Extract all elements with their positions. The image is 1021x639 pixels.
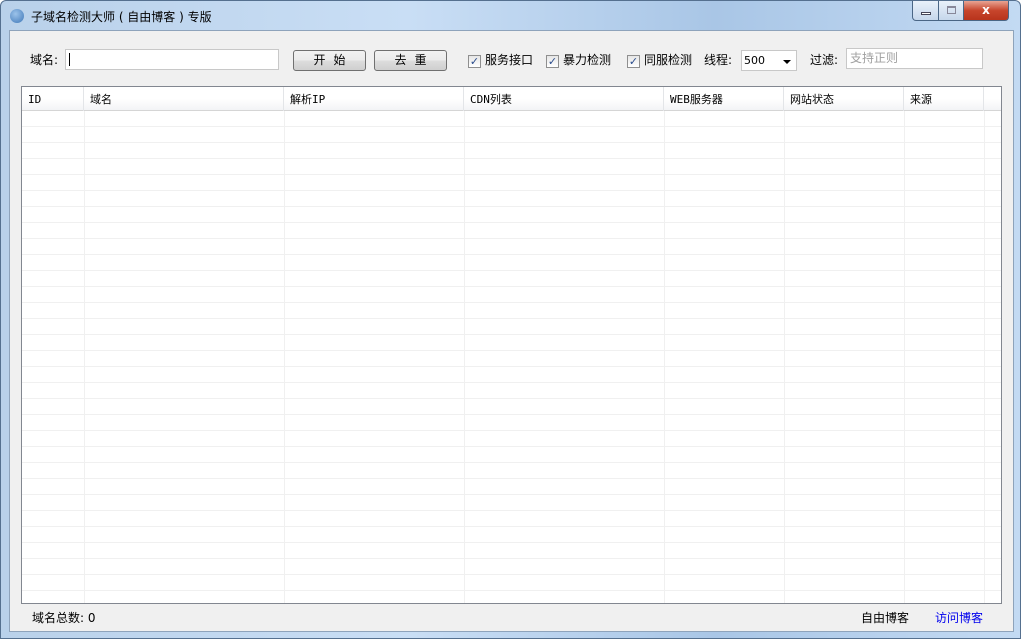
table-header: ID 域名 解析IP CDN列表 WEB服务器 网站状态 来源 bbox=[22, 87, 1001, 111]
threads-label: 线程: bbox=[704, 53, 733, 67]
table-row bbox=[22, 191, 1001, 207]
column-header-source[interactable]: 来源 bbox=[904, 87, 984, 111]
table-row bbox=[22, 591, 1001, 603]
filter-label: 过滤: bbox=[810, 53, 839, 67]
total-count: 0 bbox=[87, 611, 96, 625]
table-row bbox=[22, 383, 1001, 399]
table-row bbox=[22, 415, 1001, 431]
results-table: ID 域名 解析IP CDN列表 WEB服务器 网站状态 来源 bbox=[21, 86, 1002, 604]
column-divider bbox=[904, 111, 905, 603]
app-icon bbox=[10, 9, 24, 23]
maximize-button[interactable] bbox=[938, 1, 964, 21]
column-header-cdn[interactable]: CDN列表 bbox=[464, 87, 664, 111]
table-row bbox=[22, 255, 1001, 271]
same-server-checkbox[interactable]: ✓ bbox=[627, 55, 640, 68]
table-row bbox=[22, 463, 1001, 479]
column-header-web-server[interactable]: WEB服务器 bbox=[664, 87, 784, 111]
table-row bbox=[22, 175, 1001, 191]
table-row bbox=[22, 447, 1001, 463]
table-row bbox=[22, 575, 1001, 591]
table-row bbox=[22, 239, 1001, 255]
domain-input[interactable] bbox=[65, 49, 279, 70]
table-row bbox=[22, 431, 1001, 447]
same-server-label: 同服检测 bbox=[644, 53, 693, 67]
threads-select[interactable]: 500 bbox=[741, 50, 797, 71]
column-divider bbox=[284, 111, 285, 603]
table-row bbox=[22, 143, 1001, 159]
table-row bbox=[22, 367, 1001, 383]
table-row bbox=[22, 479, 1001, 495]
table-row bbox=[22, 303, 1001, 319]
service-api-checkbox[interactable]: ✓ bbox=[468, 55, 481, 68]
close-button[interactable]: x bbox=[963, 1, 1009, 21]
column-header-site-status[interactable]: 网站状态 bbox=[784, 87, 904, 111]
table-row bbox=[22, 511, 1001, 527]
total-label: 域名总数: 0 bbox=[32, 611, 96, 625]
start-button[interactable]: 开始 bbox=[293, 50, 366, 71]
table-row bbox=[22, 495, 1001, 511]
bruteforce-label: 暴力检测 bbox=[563, 53, 612, 67]
column-divider bbox=[664, 111, 665, 603]
column-header-id[interactable]: ID bbox=[22, 87, 84, 111]
column-divider bbox=[784, 111, 785, 603]
service-api-label: 服务接口 bbox=[485, 53, 534, 67]
domain-label: 域名: bbox=[30, 53, 59, 67]
table-row bbox=[22, 159, 1001, 175]
minimize-button[interactable] bbox=[912, 1, 939, 21]
table-row bbox=[22, 223, 1001, 239]
table-row bbox=[22, 399, 1001, 415]
column-divider bbox=[464, 111, 465, 603]
column-divider bbox=[84, 111, 85, 603]
dedupe-button[interactable]: 去重 bbox=[374, 50, 447, 71]
window-title: 子域名检测大师 ( 自由博客 ) 专版 bbox=[31, 10, 212, 24]
filter-input[interactable]: 支持正则 bbox=[846, 48, 983, 69]
table-row bbox=[22, 287, 1001, 303]
table-row bbox=[22, 319, 1001, 335]
table-row bbox=[22, 351, 1001, 367]
table-row bbox=[22, 543, 1001, 559]
column-header-ip[interactable]: 解析IP bbox=[284, 87, 464, 111]
blog-label: 自由博客 bbox=[861, 611, 910, 625]
table-row bbox=[22, 111, 1001, 127]
visit-blog-link[interactable]: 访问博客 bbox=[935, 611, 983, 625]
table-row bbox=[22, 271, 1001, 287]
column-divider bbox=[984, 111, 985, 603]
table-row bbox=[22, 559, 1001, 575]
column-header-domain[interactable]: 域名 bbox=[84, 87, 284, 111]
chevron-down-icon bbox=[783, 60, 791, 64]
table-row bbox=[22, 335, 1001, 351]
table-row bbox=[22, 127, 1001, 143]
app-window: 子域名检测大师 ( 自由博客 ) 专版 x 域名: 开始 去重 ✓ 服务接口 ✓… bbox=[0, 0, 1021, 639]
table-row bbox=[22, 527, 1001, 543]
table-row bbox=[22, 207, 1001, 223]
bruteforce-checkbox[interactable]: ✓ bbox=[546, 55, 559, 68]
